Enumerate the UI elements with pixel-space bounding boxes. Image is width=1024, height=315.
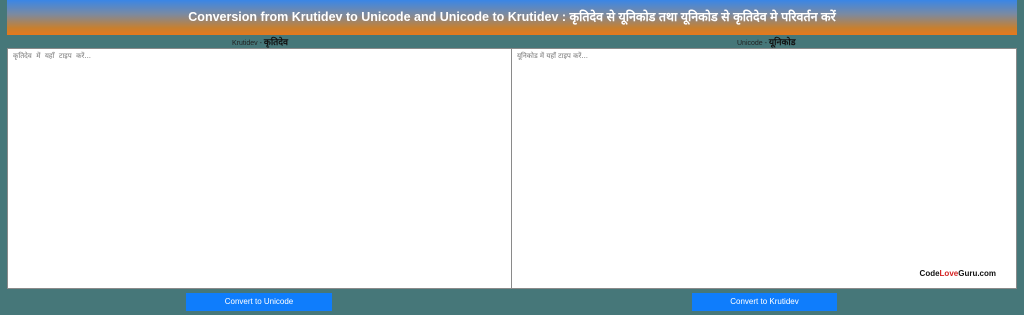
brand-guru: Guru.com — [958, 269, 996, 278]
brand-code: Code — [919, 269, 940, 278]
convert-to-unicode-button[interactable]: Convert to Unicode — [186, 293, 332, 311]
krutidev-label-en: Krutidev - — [232, 40, 264, 47]
page: Conversion from Krutidev to Unicode and … — [0, 0, 1024, 315]
codeloveguru-logo[interactable]: CodeLoveGuru.com — [920, 269, 996, 278]
unicode-label-hi: यूनिकोड — [768, 37, 796, 47]
convert-to-krutidev-button[interactable]: Convert to Krutidev — [692, 293, 837, 311]
krutidev-pane — [7, 48, 512, 289]
unicode-input[interactable] — [512, 49, 1016, 288]
unicode-pane: CodeLoveGuru.com — [511, 48, 1017, 289]
krutidev-label-hi: कृतिदेव — [263, 37, 289, 47]
krutidev-input[interactable] — [8, 49, 511, 288]
page-title: Conversion from Krutidev to Unicode and … — [7, 0, 1017, 35]
brand-love: Love — [939, 269, 959, 278]
unicode-label-en: Unicode - — [737, 40, 769, 47]
